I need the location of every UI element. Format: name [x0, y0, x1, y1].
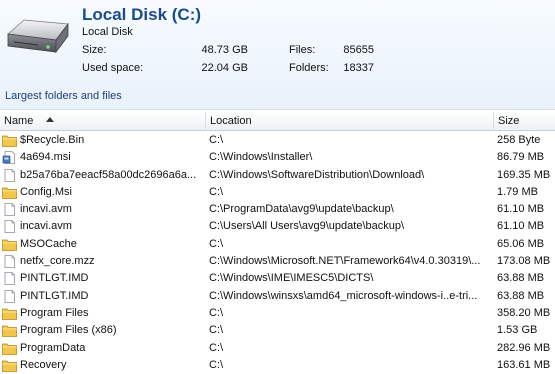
item-name: incavi.avm — [20, 220, 72, 233]
disk-summary-panel: Local Disk (C:) Local Disk Size: 48.73 G… — [0, 0, 555, 110]
table-row[interactable]: PINTLGT.IMD C:\Windows\IME\IMESC5\DICTS\ 6… — [0, 270, 555, 287]
column-header-size[interactable]: Size — [494, 112, 555, 131]
cell-name: Program Files — [0, 305, 200, 322]
used-space-value: 22.04 GB — [201, 62, 248, 74]
column-header-size-label: Size — [498, 115, 520, 127]
table-header: Name Location Size — [0, 112, 555, 131]
cell-size: 282.96 MB — [497, 341, 551, 354]
item-name: b25a76ba7eeacf58a00dc2696a6a... — [20, 168, 197, 181]
hard-drive-icon — [7, 19, 69, 54]
cell-name: MSOCache — [0, 236, 200, 253]
item-name: Program Files — [20, 306, 89, 319]
table-body: $Recycle.Bin C:\ 258 Byte 4a694.msi C:\Windo… — [0, 132, 555, 374]
disk-type: Local Disk — [82, 26, 133, 38]
cell-size: 258 Byte — [497, 134, 541, 146]
cell-name: ProgramData — [0, 340, 200, 357]
cell-name: netfx_core.mzz — [0, 253, 200, 270]
cell-size: 61.10 MB — [497, 203, 545, 216]
cell-size: 61.10 MB — [497, 220, 545, 233]
cell-name: 4a694.msi — [0, 149, 200, 166]
item-name: Config.Msi — [20, 185, 72, 198]
table-row[interactable]: Recovery C:\ 163.61 MB — [0, 357, 555, 374]
table-row[interactable]: netfx_core.mzz C:\Windows\Microsoft.NET\F… — [0, 253, 555, 270]
cell-location: C:\Windows\IME\IMESC5\DICTS\ — [209, 272, 374, 285]
cell-location: C:\Windows\Microsoft.NET\Framework64\v4.… — [209, 255, 481, 268]
cell-size: 173.08 MB — [497, 255, 551, 268]
table-row[interactable]: 4a694.msi C:\Windows\Installer\ 86.79 MB — [0, 149, 555, 166]
cell-location: C:\ — [209, 358, 224, 371]
column-header-name-label: Name — [4, 115, 34, 127]
item-name: MSOCache — [20, 237, 77, 250]
used-space-label: Used space: — [82, 62, 144, 74]
item-name: ProgramData — [20, 341, 86, 354]
cell-name: b25a76ba7eeacf58a00dc2696a6a... — [0, 167, 200, 184]
item-name: PINTLGT.IMD — [20, 272, 89, 285]
cell-location: C:\ — [209, 185, 224, 198]
cell-location: C:\ — [209, 341, 224, 354]
largest-items-table: Name Location Size $Recycle.Bin C:\ 258 By… — [0, 112, 555, 374]
cell-name: $Recycle.Bin — [0, 132, 200, 149]
disk-title: Local Disk (C:) — [82, 5, 202, 24]
cell-location: C:\Users\All Users\avg9\update\backup\ — [209, 220, 405, 233]
cell-name: PINTLGT.IMD — [0, 288, 200, 305]
cell-name: Config.Msi — [0, 184, 200, 201]
item-name: netfx_core.mzz — [20, 255, 95, 268]
cell-location: C:\ — [209, 324, 224, 337]
cell-size: 169.35 MB — [497, 168, 551, 181]
column-header-location[interactable]: Location — [206, 112, 494, 131]
cell-size: 65.06 MB — [497, 237, 545, 250]
table-row[interactable]: ProgramData C:\ 282.96 MB — [0, 340, 555, 357]
table-row[interactable]: incavi.avm C:\Users\All Users\avg9\update… — [0, 218, 555, 235]
largest-items-heading: Largest folders and files — [5, 90, 122, 102]
cell-name: PINTLGT.IMD — [0, 270, 200, 287]
item-name: $Recycle.Bin — [20, 134, 85, 146]
cell-location: C:\ — [209, 237, 224, 250]
cell-location: C:\ProgramData\avg9\update\backup\ — [209, 203, 394, 216]
sort-ascending-icon — [46, 117, 54, 122]
cell-location: C:\Windows\Installer\ — [209, 151, 313, 164]
cell-name: Recovery — [0, 357, 200, 374]
table-row[interactable]: Config.Msi C:\ 1.79 MB — [0, 184, 555, 201]
table-row[interactable]: Program Files C:\ 358.20 MB — [0, 305, 555, 322]
table-row[interactable]: MSOCache C:\ 65.06 MB — [0, 236, 555, 253]
folders-value: 18337 — [343, 62, 374, 74]
item-name: Program Files (x86) — [20, 324, 117, 337]
item-name: Recovery — [20, 358, 67, 371]
cell-name: Program Files (x86) — [0, 322, 200, 339]
size-value: 48.73 GB — [201, 44, 248, 56]
item-name: incavi.avm — [20, 203, 72, 216]
table-row[interactable]: incavi.avm C:\ProgramData\avg9\update\bac… — [0, 201, 555, 218]
table-row[interactable]: b25a76ba7eeacf58a00dc2696a6a... C:\Window… — [0, 167, 555, 184]
column-header-location-label: Location — [210, 115, 252, 127]
table-row[interactable]: $Recycle.Bin C:\ 258 Byte — [0, 132, 555, 149]
cell-size: 63.88 MB — [497, 272, 545, 285]
cell-size: 358.20 MB — [497, 306, 551, 319]
cell-size: 63.88 MB — [497, 289, 545, 302]
files-label: Files: — [289, 44, 316, 56]
cell-location: C:\Windows\SoftwareDistribution\Download… — [209, 168, 425, 181]
cell-location: C:\ — [209, 134, 224, 146]
cell-size: 86.79 MB — [497, 151, 545, 164]
item-name: PINTLGT.IMD — [20, 289, 89, 302]
cell-size: 1.53 GB — [497, 324, 538, 337]
cell-size: 163.61 MB — [497, 358, 551, 371]
table-row[interactable]: PINTLGT.IMD C:\Windows\winsxs\amd64_micro… — [0, 288, 555, 305]
item-name: 4a694.msi — [20, 151, 71, 164]
size-label: Size: — [82, 44, 107, 56]
cell-name: incavi.avm — [0, 201, 200, 218]
cell-name: incavi.avm — [0, 218, 200, 235]
cell-location: C:\ — [209, 306, 224, 319]
cell-size: 1.79 MB — [497, 185, 538, 198]
column-header-name[interactable]: Name — [0, 112, 206, 131]
files-value: 85655 — [343, 44, 374, 56]
cell-location: C:\Windows\winsxs\amd64_microsoft-window… — [209, 289, 478, 302]
table-row[interactable]: Program Files (x86) C:\ 1.53 GB — [0, 322, 555, 339]
